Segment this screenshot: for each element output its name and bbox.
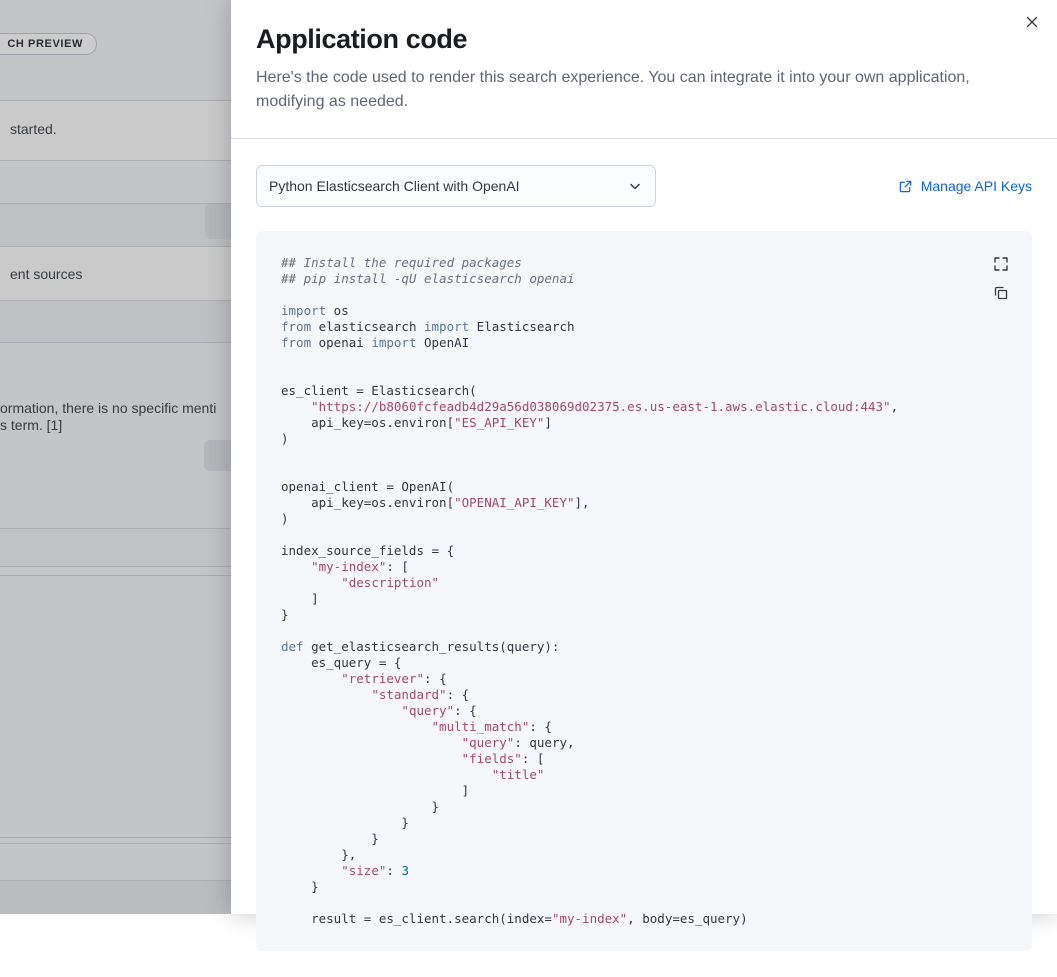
controls-row: Python Elasticsearch Client with OpenAI … [256,165,1032,207]
external-link-icon [898,179,913,194]
fullscreen-button[interactable] [992,256,1010,274]
flyout-body: Python Elasticsearch Client with OpenAI … [231,139,1057,977]
copy-button[interactable] [992,285,1010,303]
flyout-header: Application code Here's the code used to… [231,0,1057,139]
code-actions [992,256,1010,303]
page-title: Application code [256,22,997,56]
close-icon[interactable] [1019,10,1045,36]
fullscreen-icon [993,256,1009,272]
manage-api-keys-label: Manage API Keys [921,178,1032,194]
chevron-down-icon [627,178,643,194]
code-content[interactable]: ## Install the required packages## pip i… [281,255,1007,927]
language-select-value: Python Elasticsearch Client with OpenAI [269,178,520,194]
copy-icon [993,285,1009,301]
manage-api-keys-link[interactable]: Manage API Keys [898,178,1032,194]
code-block: ## Install the required packages## pip i… [256,231,1032,951]
modal-description: Here's the code used to render this sear… [256,66,997,114]
application-code-flyout: Application code Here's the code used to… [231,0,1057,914]
language-select[interactable]: Python Elasticsearch Client with OpenAI [256,165,656,207]
